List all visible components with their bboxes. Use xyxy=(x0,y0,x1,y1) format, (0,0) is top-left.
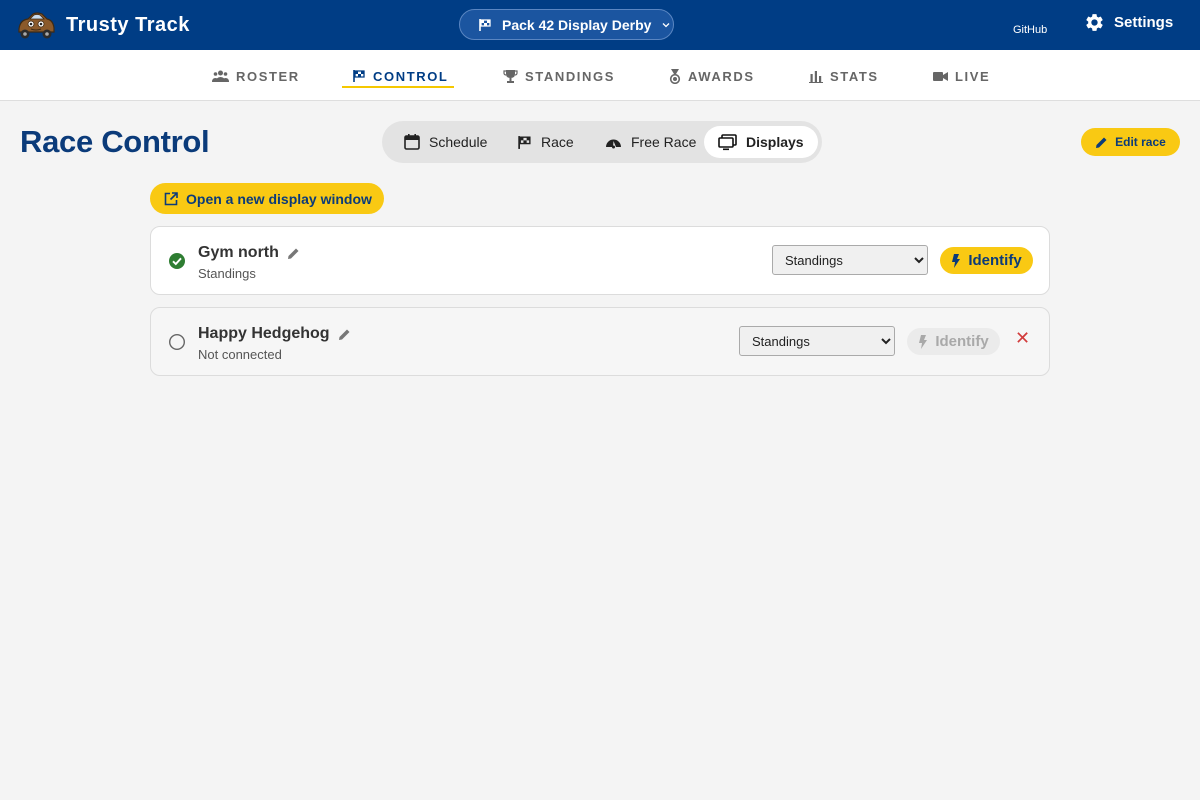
monitor-icon xyxy=(718,133,737,150)
race-control-segmented: Schedule Race Free Race Displays xyxy=(382,121,822,163)
page-title: Race Control xyxy=(20,124,210,159)
active-tab-indicator xyxy=(342,86,454,88)
tab-stats-label: STATS xyxy=(830,68,879,84)
people-icon xyxy=(212,70,229,82)
display-name: Gym north xyxy=(198,244,300,262)
tab-stats[interactable]: STATS xyxy=(809,64,879,88)
calendar-icon xyxy=(404,134,420,150)
flag-icon xyxy=(479,18,491,31)
segment-schedule[interactable]: Schedule xyxy=(390,126,501,158)
top-app-bar: Trusty Track Pack 42 Display Derby GitHu… xyxy=(0,0,1200,50)
identify-button-disabled[interactable]: Identify xyxy=(907,328,1000,355)
display-status: Standings xyxy=(198,266,256,281)
race-select-label: Pack 42 Display Derby xyxy=(502,16,652,33)
segment-schedule-label: Schedule xyxy=(429,134,488,150)
tab-roster-label: ROSTER xyxy=(236,68,300,84)
segment-race[interactable]: Race xyxy=(503,126,588,158)
display-name: Happy Hedgehog xyxy=(198,325,351,343)
open-display-window-button[interactable]: Open a new display window xyxy=(150,183,384,214)
settings-label: Settings xyxy=(1114,14,1174,31)
trophy-icon xyxy=(503,70,518,83)
app-title: Trusty Track xyxy=(66,13,190,36)
tab-awards[interactable]: AWARDS xyxy=(669,64,755,88)
speedometer-icon xyxy=(606,139,621,148)
flag-icon xyxy=(518,135,531,149)
github-link[interactable]: GitHub xyxy=(1013,24,1047,36)
display-view-select[interactable]: Standings xyxy=(772,245,928,275)
main-nav: ROSTER CONTROL STANDINGS AWARDS STATS LI… xyxy=(0,50,1200,101)
tab-control-label: CONTROL xyxy=(373,68,449,84)
display-card-happy-hedgehog: Happy Hedgehog Not connected Standings I… xyxy=(150,307,1050,376)
car-logo-icon xyxy=(18,12,55,39)
tab-standings[interactable]: STANDINGS xyxy=(503,64,615,88)
settings-button[interactable]: Settings xyxy=(1084,12,1173,33)
open-display-window-label: Open a new display window xyxy=(186,190,372,207)
identify-label: Identify xyxy=(968,252,1022,269)
display-view-select[interactable]: Standings xyxy=(739,326,895,356)
medal-icon xyxy=(669,68,681,84)
tab-standings-label: STANDINGS xyxy=(525,68,615,84)
flash-icon xyxy=(919,334,928,349)
tab-live-label: LIVE xyxy=(955,68,991,84)
race-selector[interactable]: Pack 42 Display Derby xyxy=(459,9,674,40)
tab-live[interactable]: LIVE xyxy=(933,64,990,88)
tab-control[interactable]: CONTROL xyxy=(352,64,448,88)
edit-race-button[interactable]: Edit race xyxy=(1081,128,1180,156)
pencil-icon xyxy=(1096,137,1107,148)
display-name-text: Gym north xyxy=(198,244,279,261)
display-name-text: Happy Hedgehog xyxy=(198,325,330,342)
identify-button[interactable]: Identify xyxy=(940,247,1033,274)
gear-icon xyxy=(1086,14,1103,31)
display-status: Not connected xyxy=(198,347,282,362)
segment-free-race[interactable]: Free Race xyxy=(591,126,710,158)
chevron-down-icon xyxy=(662,22,670,27)
identify-label: Identify xyxy=(935,333,989,350)
tab-roster[interactable]: ROSTER xyxy=(212,64,300,88)
edit-race-label: Edit race xyxy=(1115,135,1166,149)
segment-free-race-label: Free Race xyxy=(631,134,697,150)
connected-check-icon xyxy=(169,253,185,269)
brand[interactable]: Trusty Track xyxy=(16,8,190,42)
segment-race-label: Race xyxy=(541,134,574,150)
video-camera-icon xyxy=(933,71,948,81)
flag-icon xyxy=(353,70,365,82)
open-in-new-icon xyxy=(164,191,178,205)
flash-icon xyxy=(952,253,961,268)
display-card-gym-north: Gym north Standings Standings Identify xyxy=(150,226,1050,295)
segment-displays[interactable]: Displays xyxy=(704,126,818,158)
rename-pencil-icon[interactable] xyxy=(338,328,351,341)
tab-awards-label: AWARDS xyxy=(688,68,755,84)
disconnected-circle-icon xyxy=(168,333,186,351)
segment-displays-label: Displays xyxy=(746,134,804,150)
bar-chart-icon xyxy=(809,70,823,83)
rename-pencil-icon[interactable] xyxy=(287,247,300,260)
remove-display-icon[interactable]: ✕ xyxy=(1015,328,1030,348)
